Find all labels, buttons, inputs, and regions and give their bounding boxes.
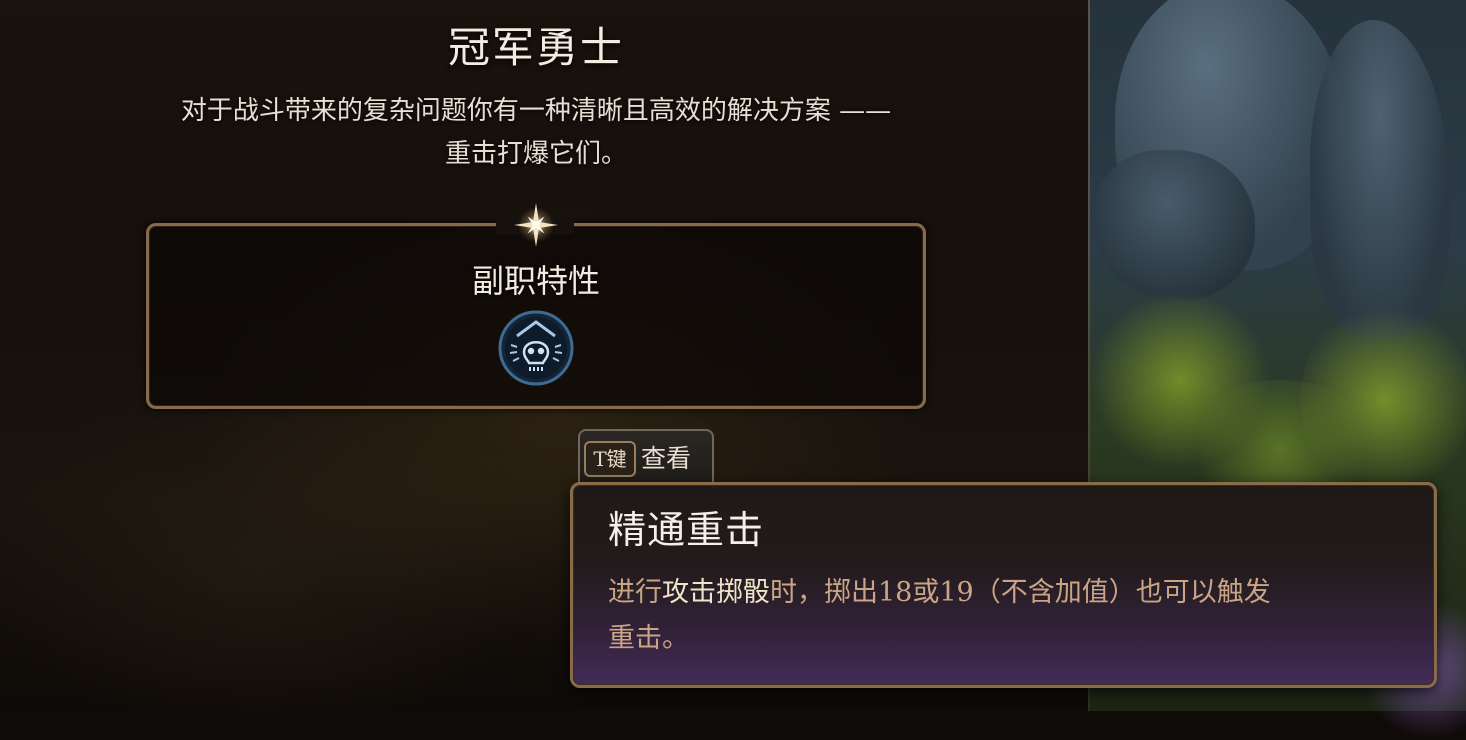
skull-icon[interactable] <box>497 309 575 387</box>
star-ornament-icon <box>514 203 558 247</box>
rock-formation <box>1095 150 1255 300</box>
description-line: 对于战斗带来的复杂问题你有一种清晰且高效的解决方案 —— <box>180 96 892 126</box>
view-button-label[interactable]: 查看 <box>641 440 711 478</box>
tooltip-description: 进行攻击掷骰时，掷出18或19（不含加值）也可以触发重击。 <box>608 570 1398 662</box>
keybind-hint: T键 <box>584 441 636 477</box>
tooltip-title: 精通重击 <box>608 508 765 552</box>
subclass-title: 冠军勇士 <box>447 23 624 72</box>
tooltip-text: 重击。 <box>608 623 689 654</box>
tooltip-text: 时，掷出18或19（不含加值）也可以触发 <box>770 577 1271 608</box>
tooltip-text: 进行 <box>608 577 662 608</box>
attack-roll-keyword[interactable]: 攻击掷骰 <box>662 577 770 608</box>
description-line: 重击打爆它们。 <box>444 139 627 169</box>
subclass-description: 对于战斗带来的复杂问题你有一种清晰且高效的解决方案 —— 重击打爆它们。 <box>90 90 982 176</box>
feature-label: 副职特性 <box>471 262 600 300</box>
